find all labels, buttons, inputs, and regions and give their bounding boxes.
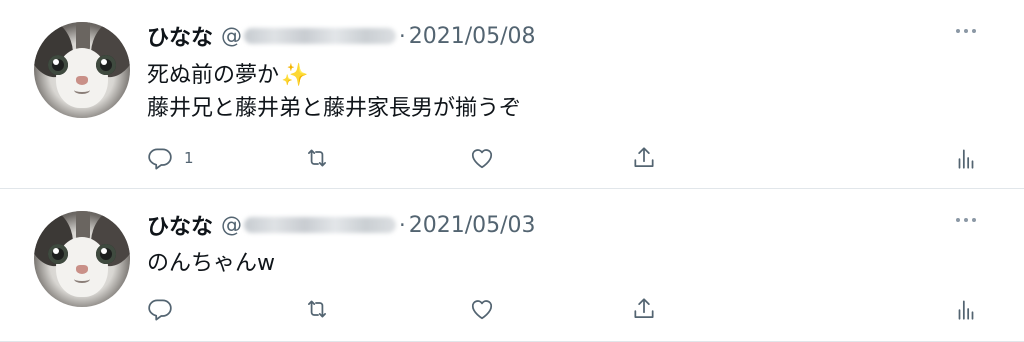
tweet-header: ひなな @ · 2021/05/03 bbox=[147, 205, 536, 245]
share-button[interactable] bbox=[631, 142, 657, 174]
tweet-date[interactable]: 2021/05/03 bbox=[409, 213, 536, 238]
more-icon[interactable] bbox=[954, 26, 978, 36]
separator-dot: · bbox=[399, 24, 406, 48]
sparkles-emoji: ✨ bbox=[281, 63, 309, 88]
tweet[interactable]: ひなな @ · 2021/05/08 死ぬ前の夢か✨ 藤井兄と藤井弟と藤井家長男… bbox=[0, 0, 1024, 188]
share-button[interactable] bbox=[631, 293, 657, 325]
more-icon[interactable] bbox=[954, 215, 978, 225]
reply-count: 1 bbox=[184, 149, 194, 167]
reply-button[interactable]: 1 bbox=[147, 142, 194, 174]
handle-at[interactable]: @ bbox=[221, 213, 242, 237]
action-bar bbox=[147, 293, 977, 325]
handle-blurred[interactable] bbox=[244, 28, 397, 44]
tweet-date[interactable]: 2021/05/08 bbox=[409, 24, 536, 49]
reply-button[interactable] bbox=[147, 293, 173, 325]
avatar[interactable] bbox=[34, 22, 130, 118]
action-bar: 1 bbox=[147, 142, 977, 174]
retweet-button[interactable] bbox=[304, 293, 330, 325]
tweet-text-line2: 藤井兄と藤井弟と藤井家長男が揃うぞ bbox=[147, 96, 522, 121]
retweet-icon bbox=[308, 300, 326, 318]
display-name[interactable]: ひなな bbox=[147, 209, 213, 241]
avatar[interactable] bbox=[34, 211, 130, 307]
share-icon bbox=[634, 147, 654, 167]
tweet[interactable]: ひなな @ · 2021/05/03 のんちゃんw bbox=[0, 189, 1024, 342]
stats-icon bbox=[958, 300, 974, 320]
retweet-icon bbox=[308, 149, 326, 167]
tweet-text: 死ぬ前の夢か✨ bbox=[147, 60, 308, 92]
separator-dot: · bbox=[399, 213, 406, 237]
analytics-button[interactable] bbox=[953, 293, 979, 325]
like-icon bbox=[471, 300, 493, 320]
handle-at[interactable]: @ bbox=[221, 24, 242, 48]
like-button[interactable] bbox=[469, 293, 495, 325]
display-name[interactable]: ひなな bbox=[147, 20, 213, 52]
stats-icon bbox=[958, 149, 974, 169]
reply-icon bbox=[148, 148, 172, 170]
like-icon bbox=[471, 149, 493, 169]
share-icon bbox=[634, 298, 654, 318]
retweet-button[interactable] bbox=[304, 142, 330, 174]
like-button[interactable] bbox=[469, 142, 495, 174]
tweet-text: のんちゃんw bbox=[147, 251, 275, 276]
handle-blurred[interactable] bbox=[244, 217, 397, 233]
reply-icon bbox=[148, 299, 172, 321]
tweet-header: ひなな @ · 2021/05/08 bbox=[147, 16, 536, 56]
analytics-button[interactable] bbox=[953, 142, 979, 174]
tweet-text-line1: 死ぬ前の夢か bbox=[147, 63, 280, 88]
